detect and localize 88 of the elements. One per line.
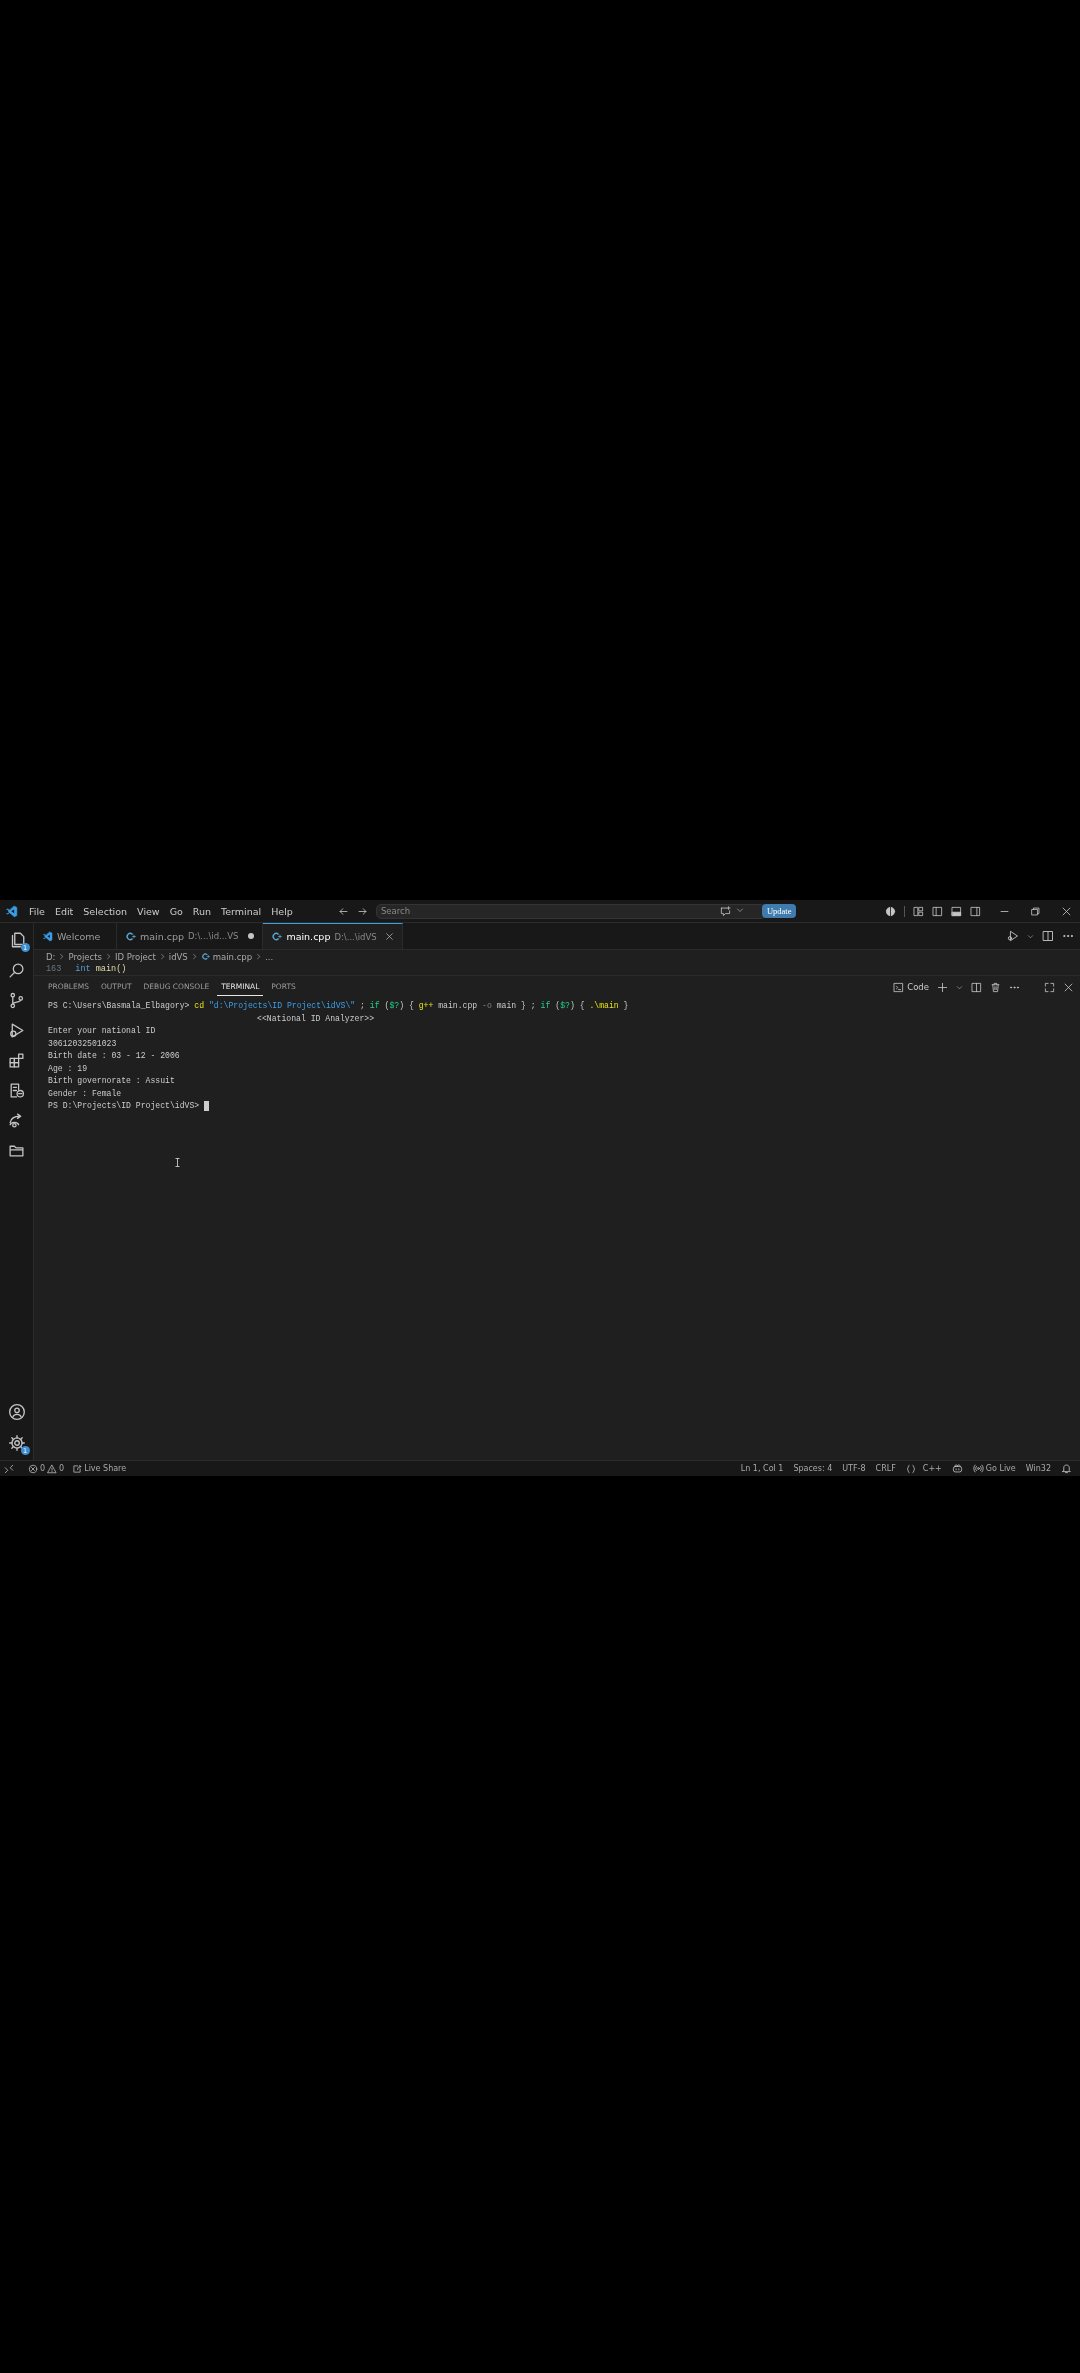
chevron-right-icon xyxy=(190,953,198,960)
trash-icon[interactable] xyxy=(990,981,1001,993)
vscode-logo-icon xyxy=(42,930,53,942)
terminal-line: Enter your national ID xyxy=(48,1026,156,1035)
cpp-file-icon xyxy=(271,931,283,942)
breadcrumb-item[interactable]: ID Project xyxy=(114,951,156,962)
breadcrumb-item[interactable]: Projects xyxy=(68,951,102,962)
play-bug-icon[interactable] xyxy=(8,1022,25,1039)
chevron-right-icon xyxy=(158,953,166,960)
terminal-icon[interactable] xyxy=(893,981,905,993)
terminal-line: Birth governorate : Assuit xyxy=(48,1076,175,1085)
close-icon[interactable] xyxy=(1063,981,1074,993)
menu-item[interactable]: Go xyxy=(164,903,188,919)
menu-item[interactable]: Terminal xyxy=(216,903,267,919)
terminal-line: Gender : Female xyxy=(48,1088,122,1098)
menu-item[interactable]: View xyxy=(132,903,165,919)
terminal-line: Birth date : 03 - 12 - 2006 xyxy=(48,1051,180,1060)
chevron-down-icon[interactable] xyxy=(956,983,963,991)
terminal-line: <<National ID Analyzer>> xyxy=(257,1013,375,1023)
menu-item[interactable]: Selection xyxy=(78,903,133,919)
close-icon[interactable] xyxy=(1061,905,1072,917)
menu-item[interactable]: Run xyxy=(187,903,217,919)
panel-icon[interactable] xyxy=(951,905,962,917)
restore-icon[interactable] xyxy=(1030,905,1041,917)
run-debug-icon[interactable] xyxy=(1007,930,1019,942)
cpp-file-icon xyxy=(200,952,210,961)
breadcrumb-item[interactable]: idVS xyxy=(168,951,188,962)
live-share-icon[interactable] xyxy=(72,1463,83,1474)
split-editor-icon[interactable] xyxy=(1042,930,1054,942)
chevron-right-icon xyxy=(104,953,112,960)
branch-icon[interactable] xyxy=(8,992,25,1009)
warning-count[interactable]: 0 xyxy=(59,1464,65,1473)
breadcrumb-item[interactable]: D: xyxy=(46,951,56,962)
editor-tab[interactable]: main.cpp D:\...\idVS xyxy=(263,923,403,949)
live-share-button[interactable]: Live Share xyxy=(84,1464,127,1473)
search-field[interactable]: Search xyxy=(375,903,766,919)
document-list-icon[interactable] xyxy=(8,1082,25,1099)
back-arrow-icon[interactable] xyxy=(337,905,349,917)
chevron-right-icon xyxy=(255,953,263,960)
close-icon[interactable] xyxy=(384,932,394,941)
line-number: 163 xyxy=(46,964,62,974)
menu-item[interactable]: Edit xyxy=(49,903,79,919)
warning-icon[interactable] xyxy=(47,1463,58,1474)
copilot-icon[interactable] xyxy=(951,1463,963,1474)
unsaved-dot-icon xyxy=(248,933,255,939)
terminal-cursor xyxy=(204,1100,210,1111)
terminal-profile[interactable]: Code xyxy=(907,982,929,992)
layout-icon[interactable] xyxy=(913,905,924,917)
account-icon[interactable] xyxy=(7,1403,26,1421)
remote-icon[interactable] xyxy=(4,1463,14,1474)
terminal-line: Age : 19 xyxy=(48,1063,87,1073)
bell-icon[interactable] xyxy=(1061,1463,1072,1474)
terminal-prompt: PS D:\Projects\ID Project\idVS> xyxy=(48,1101,200,1110)
broadcast-icon[interactable] xyxy=(972,1463,984,1474)
tab-path: D:\...\idVS xyxy=(334,931,377,942)
sidebar-icon[interactable] xyxy=(932,905,943,917)
error-count[interactable]: 0 xyxy=(40,1464,46,1473)
split-sidebar-icon[interactable] xyxy=(970,905,981,917)
plus-icon[interactable] xyxy=(937,981,948,993)
status-item[interactable]: CRLF xyxy=(875,1464,896,1473)
settings-icon[interactable] xyxy=(7,1434,26,1452)
chevron-right-icon xyxy=(58,953,66,960)
error-icon[interactable] xyxy=(28,1463,38,1474)
status-item[interactable]: Spaces: 4 xyxy=(793,1464,833,1473)
menu-item[interactable]: Help xyxy=(266,903,298,919)
extensions-icon[interactable] xyxy=(8,1052,25,1069)
text-cursor-icon xyxy=(175,1158,180,1167)
vscode-logo-icon xyxy=(5,904,18,918)
forward-arrow-icon[interactable] xyxy=(356,905,368,917)
menu-item[interactable]: File xyxy=(24,903,50,919)
language-mode[interactable]: C++ xyxy=(922,1464,942,1473)
breadcrumb-item[interactable]: main.cpp xyxy=(212,951,253,962)
maximize-icon[interactable] xyxy=(1044,981,1055,993)
search-icon[interactable] xyxy=(8,962,25,979)
cpp-file-icon xyxy=(125,930,136,942)
tab-path: D:\...\id...VS xyxy=(188,931,239,941)
code-line: int main() xyxy=(75,964,127,974)
terminal-line: 30612032501023 xyxy=(48,1038,117,1048)
braces-icon[interactable] xyxy=(905,1463,916,1474)
terminal-line: PS C:\Users\Basmala_Elbagory> cd "d:\Projects\ID Project\idVS\" ; if ($?) { g++ main.cpp -o main } ; if ($?) { .\main } xyxy=(48,1000,630,1012)
breadcrumb-item[interactable]: ... xyxy=(265,951,274,962)
status-item[interactable]: UTF-8 xyxy=(842,1464,866,1473)
go-live-button[interactable]: Go Live xyxy=(985,1464,1016,1473)
status-item[interactable]: Ln 1, Col 1 xyxy=(740,1464,784,1473)
split-terminal-icon[interactable] xyxy=(971,981,982,993)
chevron-down-icon[interactable] xyxy=(1027,932,1034,940)
status-item[interactable]: Win32 xyxy=(1025,1464,1051,1473)
half-circle-icon[interactable] xyxy=(885,905,896,917)
